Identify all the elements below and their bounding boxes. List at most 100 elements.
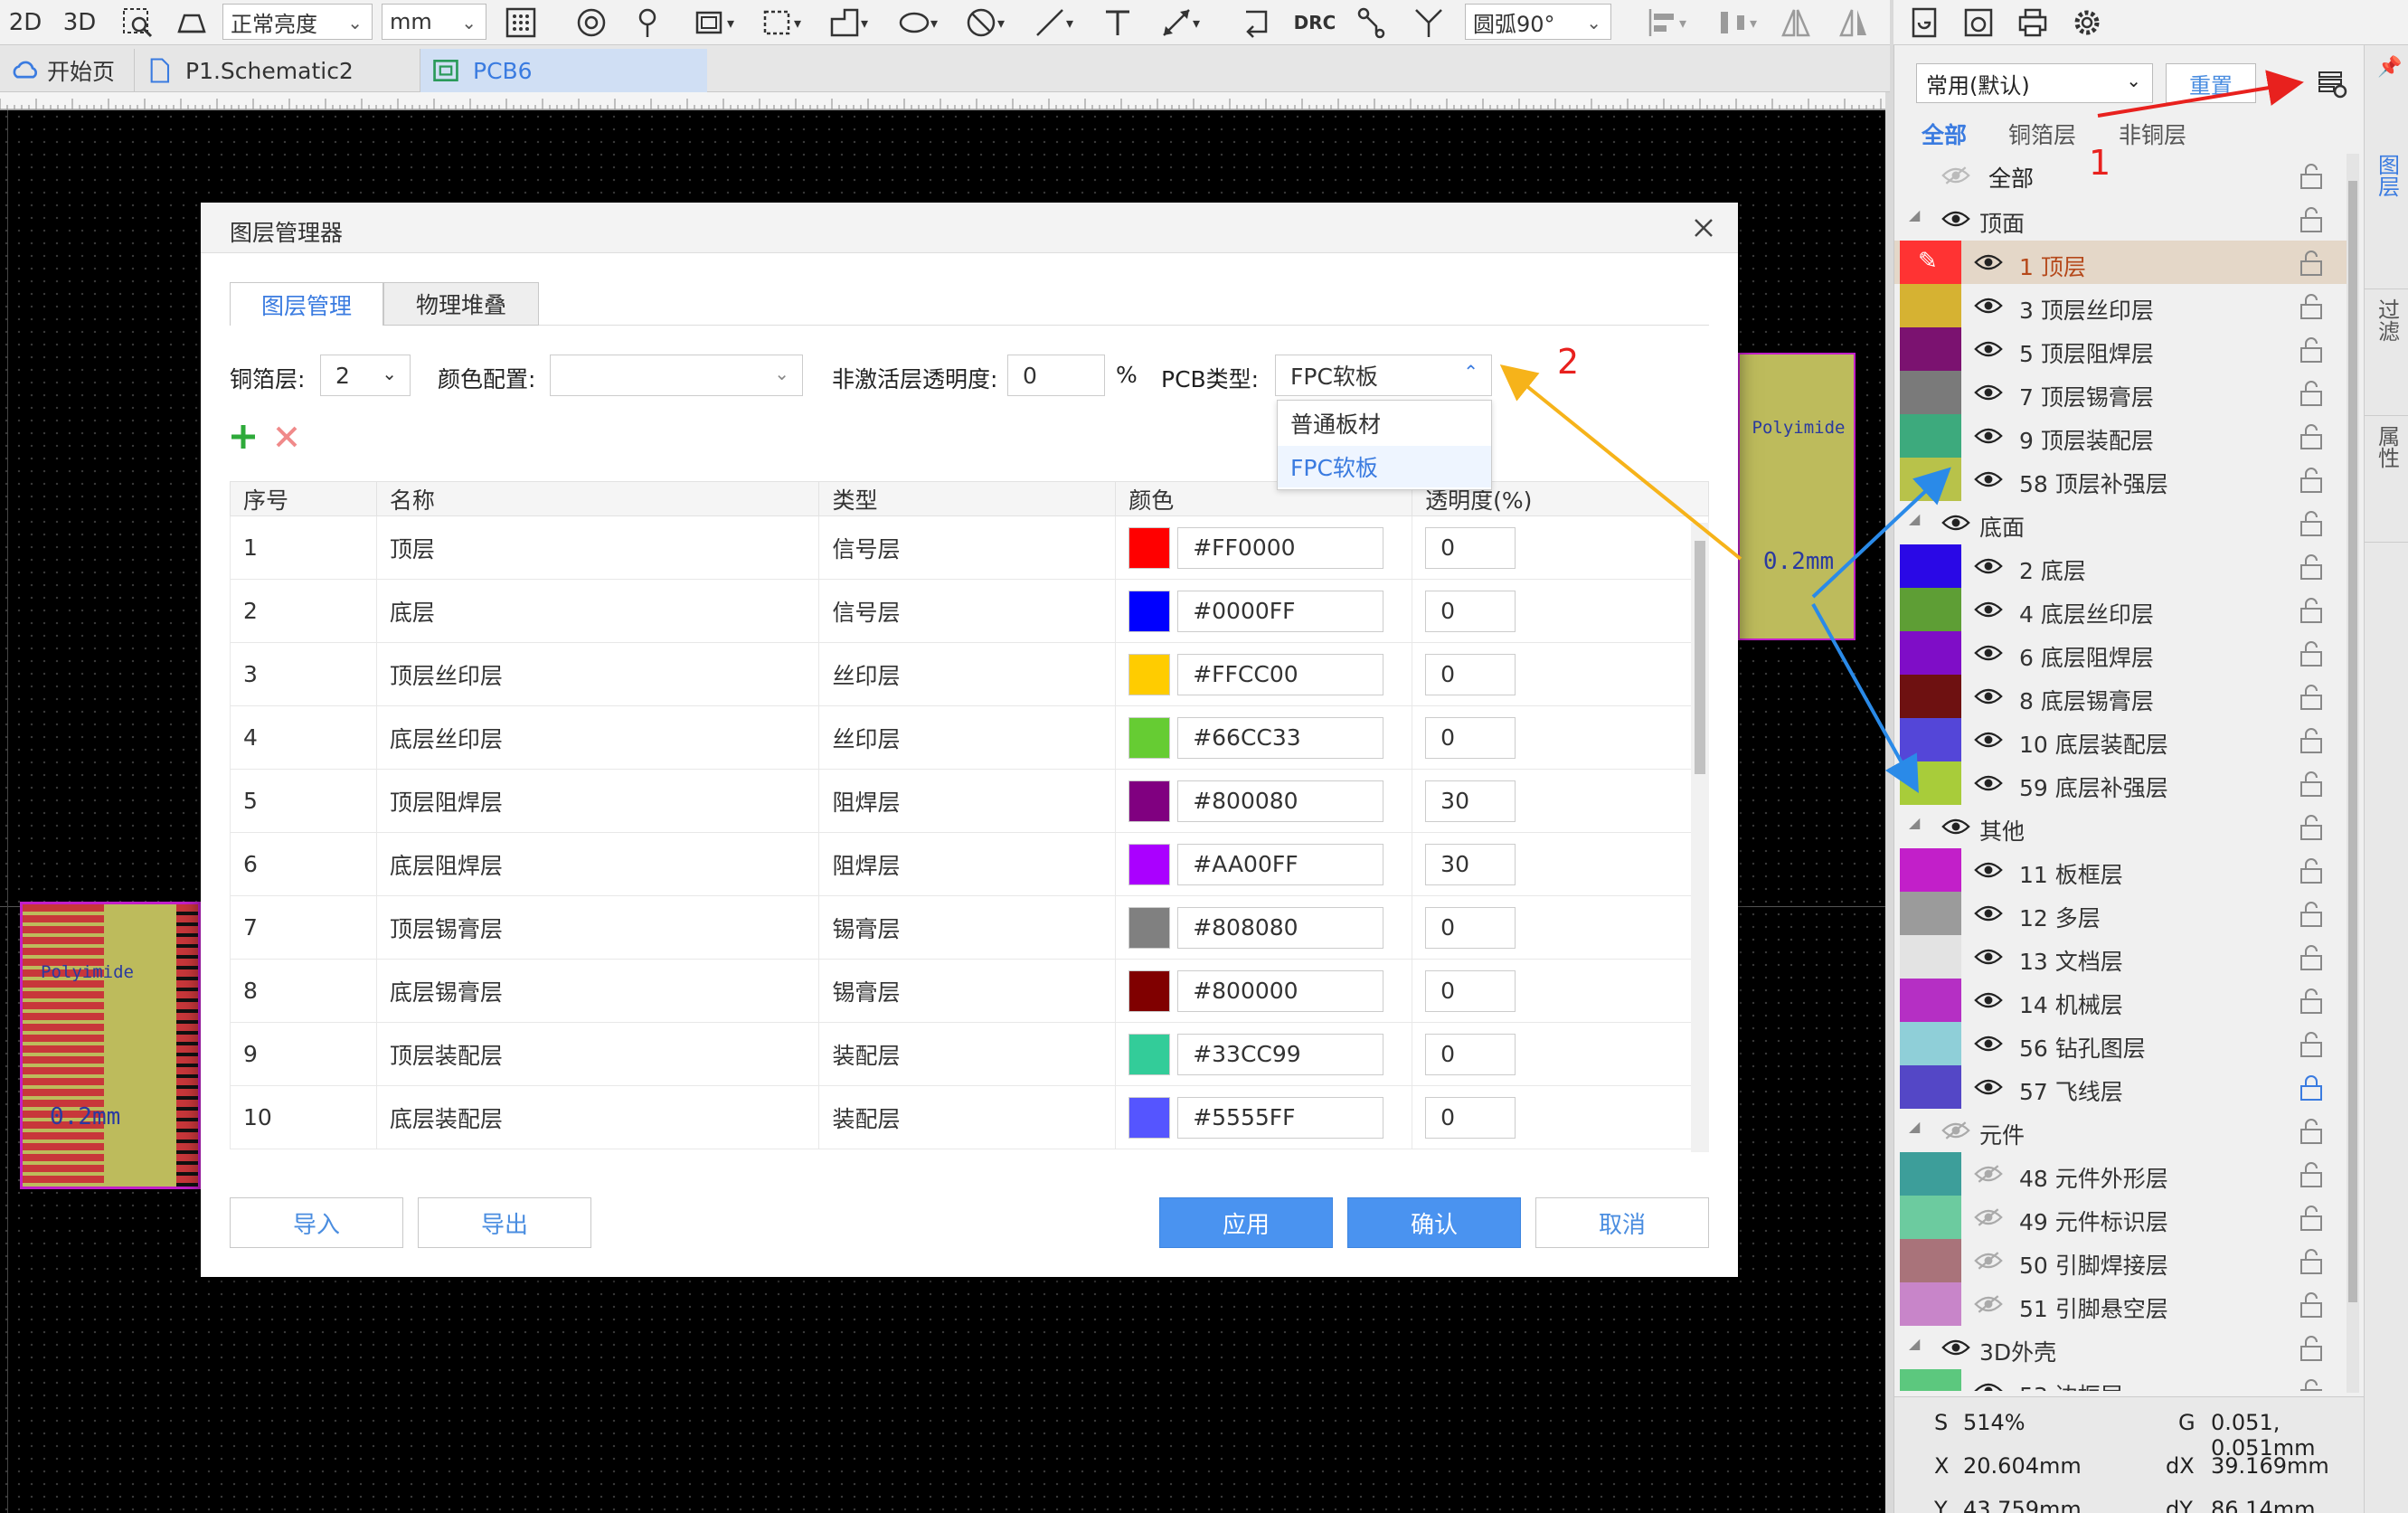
apply-button[interactable]: 应用 xyxy=(1159,1197,1333,1248)
via-icon[interactable] xyxy=(633,5,669,40)
table-row[interactable]: 3 顶层丝印层 丝印层 #FFCC00 0 xyxy=(230,642,1709,706)
layer-row[interactable]: 3 顶层丝印层 xyxy=(1894,284,2351,327)
view-2d-button[interactable]: 2D xyxy=(7,5,43,40)
table-scrollbar[interactable] xyxy=(1691,523,1709,1152)
unlock-icon[interactable] xyxy=(2298,1248,2325,1275)
text-icon[interactable] xyxy=(1100,5,1136,40)
arc-mode-select[interactable]: 圆弧90° ⌄ xyxy=(1465,4,1611,40)
option-fpc-board[interactable]: FPC软板 xyxy=(1278,446,1491,487)
eye-icon[interactable] xyxy=(1974,684,2003,709)
rect-tool-icon[interactable]: ▾ xyxy=(689,5,740,40)
layer-group-row[interactable]: ◢ 元件 xyxy=(1894,1109,2351,1152)
dimension-icon[interactable]: ▾ xyxy=(1154,5,1206,40)
layer-row[interactable]: 13 文档层 xyxy=(1894,935,2351,979)
line-icon[interactable]: ▾ xyxy=(1027,5,1080,40)
layer-row[interactable]: ✎ 1 顶层 xyxy=(1894,241,2351,284)
opacity-input[interactable]: 0 xyxy=(1425,653,1516,695)
layer-row[interactable]: 2 底层 xyxy=(1894,544,2351,588)
eye-hidden-icon[interactable] xyxy=(1974,1291,2003,1317)
layer-color-swatch[interactable] xyxy=(1900,371,1961,414)
cancel-button[interactable]: 取消 xyxy=(1535,1197,1709,1248)
scrollbar-thumb[interactable] xyxy=(1695,541,1705,774)
pcb-type-select[interactable]: FPC软板 ⌃ xyxy=(1275,355,1492,396)
reset-button[interactable]: 重置 xyxy=(2166,63,2256,103)
color-swatch[interactable] xyxy=(1128,843,1171,885)
eye-icon[interactable] xyxy=(1941,1335,1970,1360)
delete-icon[interactable] xyxy=(275,425,298,449)
eye-icon[interactable] xyxy=(1974,727,2003,752)
layer-row[interactable]: 9 顶层装配层 xyxy=(1894,414,2351,458)
color-swatch[interactable] xyxy=(1128,653,1171,695)
opacity-input[interactable]: 30 xyxy=(1425,780,1516,822)
unit-select[interactable]: mm ⌄ xyxy=(382,4,486,40)
layer-row[interactable]: 5 顶层阻焊层 xyxy=(1894,327,2351,371)
layer-color-swatch[interactable] xyxy=(1900,588,1961,631)
layer-row[interactable]: 48 元件外形层 xyxy=(1894,1152,2351,1196)
ellipse-icon[interactable]: ▾ xyxy=(892,5,944,40)
layer-settings-icon[interactable] xyxy=(2316,67,2348,99)
layer-color-swatch[interactable] xyxy=(1900,675,1961,718)
unlock-icon[interactable] xyxy=(2298,814,2325,841)
color-hex-input[interactable]: #0000FF xyxy=(1177,590,1384,632)
layer-list-scrollbar[interactable] xyxy=(2347,154,2359,1393)
distribute-icon[interactable]: ▾ xyxy=(1709,5,1765,40)
eye-icon[interactable] xyxy=(1974,467,2003,492)
align-left-icon[interactable]: ▾ xyxy=(1638,5,1695,40)
color-swatch[interactable] xyxy=(1128,1096,1171,1139)
table-row[interactable]: 5 顶层阻焊层 阻焊层 #800080 30 xyxy=(230,769,1709,833)
gear-icon[interactable] xyxy=(2069,5,2105,40)
image-icon[interactable] xyxy=(1960,5,1997,40)
eye-icon[interactable] xyxy=(1974,1074,2003,1100)
collapse-triangle-icon[interactable]: ◢ xyxy=(1909,1335,1920,1352)
eye-icon[interactable] xyxy=(1974,597,2003,622)
table-row[interactable]: 2 底层 信号层 #0000FF 0 xyxy=(230,579,1709,643)
polygon-icon[interactable]: ▾ xyxy=(823,5,873,40)
unlock-icon[interactable] xyxy=(2298,1118,2325,1145)
eye-icon[interactable] xyxy=(1974,293,2003,318)
layer-color-swatch[interactable] xyxy=(1900,284,1961,327)
layer-color-swatch[interactable] xyxy=(1900,327,1961,371)
table-row[interactable]: 10 底层装配层 装配层 #5555FF 0 xyxy=(230,1085,1709,1149)
color-hex-input[interactable]: #FFCC00 xyxy=(1177,653,1384,695)
layer-color-swatch[interactable] xyxy=(1900,1282,1961,1326)
eye-icon[interactable] xyxy=(1974,901,2003,926)
opacity-input[interactable]: 0 xyxy=(1425,716,1516,759)
layer-row[interactable]: 12 多层 xyxy=(1894,892,2351,935)
select-area-icon[interactable]: ▾ xyxy=(756,5,807,40)
color-config-select[interactable]: ⌄ xyxy=(550,355,803,396)
unlock-icon[interactable] xyxy=(2298,727,2325,754)
layer-color-swatch[interactable] xyxy=(1900,544,1961,588)
opacity-input[interactable]: 0 xyxy=(1425,590,1516,632)
unlock-icon[interactable] xyxy=(2298,380,2325,407)
eye-icon[interactable] xyxy=(1974,1378,2003,1391)
vtab-layers[interactable]: 图层 xyxy=(2365,145,2408,289)
unlock-icon[interactable] xyxy=(2298,640,2325,667)
filter-tab-non-copper[interactable]: 非铜层 xyxy=(2119,118,2186,150)
eye-hidden-icon[interactable] xyxy=(1941,1118,1970,1143)
all-layers-row[interactable]: 全部 xyxy=(1894,154,2351,197)
eye-icon[interactable] xyxy=(1974,944,2003,969)
unlock-icon[interactable] xyxy=(2298,857,2325,884)
eye-icon[interactable] xyxy=(1974,640,2003,666)
scrollbar-thumb[interactable] xyxy=(2348,181,2357,1302)
color-hex-input[interactable]: #66CC33 xyxy=(1177,716,1384,759)
color-hex-input[interactable]: #AA00FF xyxy=(1177,843,1384,885)
cross-route-icon[interactable] xyxy=(1411,5,1447,40)
layer-group-row[interactable]: ◢ 其他 xyxy=(1894,805,2351,848)
fpc-board-left[interactable]: Polyimide 0.2mm xyxy=(20,902,201,1189)
color-hex-input[interactable]: #808080 xyxy=(1177,906,1384,949)
layer-color-swatch[interactable] xyxy=(1900,935,1961,979)
unlock-icon[interactable] xyxy=(2298,901,2325,928)
ok-button[interactable]: 确认 xyxy=(1347,1197,1521,1248)
grid-icon[interactable] xyxy=(503,5,539,40)
layer-color-swatch[interactable] xyxy=(1900,1369,1961,1391)
eye-icon[interactable] xyxy=(1974,771,2003,796)
unlock-icon[interactable] xyxy=(2298,771,2325,798)
unlock-icon[interactable] xyxy=(2298,293,2325,320)
layer-row[interactable]: 58 顶层补强层 xyxy=(1894,458,2351,501)
layer-row[interactable]: 51 引脚悬空层 xyxy=(1894,1282,2351,1326)
table-row[interactable]: 7 顶层锡膏层 锡膏层 #808080 0 xyxy=(230,895,1709,960)
no-icon[interactable]: ▾ xyxy=(958,5,1011,40)
color-swatch[interactable] xyxy=(1128,590,1171,632)
zoom-area-icon[interactable] xyxy=(119,5,156,40)
